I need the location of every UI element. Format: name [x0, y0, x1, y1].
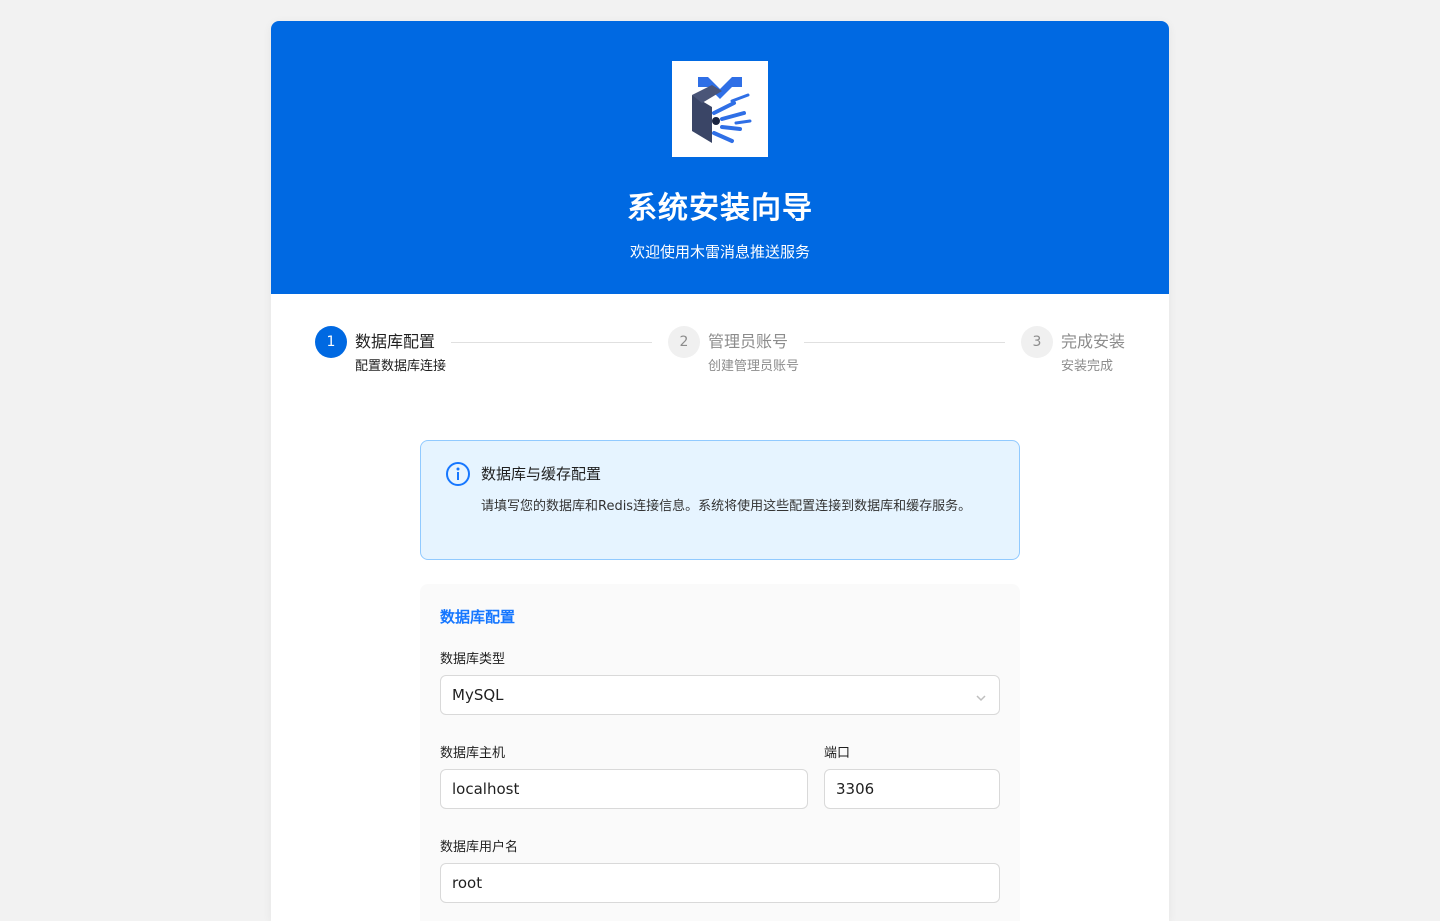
info-alert: 数据库与缓存配置 请填写您的数据库和Redis连接信息。系统将使用这些配置连接到… — [420, 440, 1020, 560]
step-database[interactable]: 1 数据库配置 配置数据库连接 — [315, 326, 446, 374]
db-type-select[interactable]: MySQL — [440, 675, 1000, 715]
db-type-label: 数据库类型 — [440, 652, 506, 667]
db-user-label: 数据库用户名 — [440, 840, 519, 855]
db-host-input[interactable]: localhost — [440, 769, 808, 809]
page-subtitle: 欢迎使用木雷消息推送服务 — [629, 243, 810, 261]
step-connector — [451, 342, 652, 343]
step-desc: 配置数据库连接 — [355, 359, 447, 374]
install-card: 系统安装向导 欢迎使用木雷消息推送服务 1 数据库配置 配置数据库连接 2 管理… — [271, 21, 1169, 921]
step-title: 完成安装 — [1061, 332, 1126, 351]
step-desc: 安装完成 — [1061, 359, 1114, 374]
alert-title: 数据库与缓存配置 — [481, 465, 602, 483]
db-host-label: 数据库主机 — [440, 746, 506, 761]
step-finish[interactable]: 3 完成安装 安装完成 — [1021, 326, 1125, 374]
page-title: 系统安装向导 — [627, 191, 813, 226]
step-title: 数据库配置 — [355, 332, 436, 351]
step-desc: 创建管理员账号 — [708, 359, 800, 374]
alert-description: 请填写您的数据库和Redis连接信息。系统将使用这些配置连接到数据库和缓存服务。 — [481, 499, 972, 514]
db-user-input[interactable]: root — [440, 863, 1000, 903]
step-admin[interactable]: 2 管理员账号 创建管理员账号 — [668, 326, 799, 374]
hero-header: 系统安装向导 欢迎使用木雷消息推送服务 — [271, 21, 1169, 294]
db-port-input[interactable]: 3306 — [824, 769, 1000, 809]
step-number: 3 — [1021, 326, 1053, 358]
app-logo — [672, 61, 768, 157]
db-type-value: MySQL — [452, 686, 504, 704]
step-title: 管理员账号 — [708, 332, 789, 351]
section-title: 数据库配置 — [440, 608, 516, 626]
db-user-value: root — [452, 874, 483, 892]
step-number: 2 — [668, 326, 700, 358]
db-port-value: 3306 — [836, 780, 875, 798]
database-form: 数据库配置 数据库类型 MySQL 数据库主机 localhost 端口 330… — [420, 584, 1020, 921]
install-steps: 1 数据库配置 配置数据库连接 2 管理员账号 创建管理员账号 3 完成安装 安… — [271, 294, 1169, 414]
step-number: 1 — [315, 326, 347, 358]
db-host-value: localhost — [452, 780, 520, 798]
db-port-label: 端口 — [824, 746, 851, 761]
logo-icon — [692, 77, 752, 143]
step-connector — [804, 342, 1005, 343]
info-icon — [445, 461, 471, 491]
chevron-down-icon — [975, 690, 987, 708]
